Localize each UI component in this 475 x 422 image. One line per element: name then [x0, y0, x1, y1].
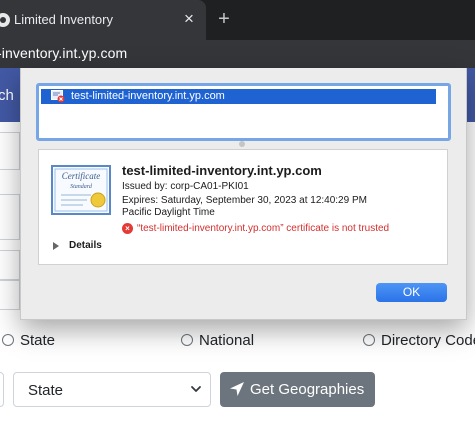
- tab-strip: Limited Inventory × +: [0, 0, 475, 40]
- details-disclosure[interactable]: Details: [53, 240, 102, 251]
- select-fragment[interactable]: [0, 372, 4, 407]
- form-field-fragment[interactable]: [0, 132, 20, 170]
- certificate-list-label: test-limited-inventory.int.yp.com: [71, 90, 225, 102]
- radio-circle[interactable]: [181, 334, 193, 346]
- location-arrow-icon: [230, 382, 244, 396]
- svg-text:Standard: Standard: [70, 184, 93, 190]
- radio-circle[interactable]: [363, 334, 375, 346]
- radio-label-directory-code: Directory Code: [381, 331, 475, 349]
- certificate-timezone: Pacific Daylight Time: [122, 207, 215, 218]
- radio-circle[interactable]: [2, 334, 14, 346]
- radio-directory-code[interactable]: Directory Code: [363, 330, 475, 350]
- certificate-error-text: “test-limited-inventory.int.yp.com” cert…: [137, 223, 390, 234]
- new-tab-icon[interactable]: +: [214, 8, 234, 30]
- form-field-fragment[interactable]: [0, 280, 20, 310]
- browser-tab[interactable]: Limited Inventory ×: [0, 0, 206, 40]
- get-geographies-button[interactable]: Get Geographies: [220, 372, 375, 407]
- address-bar[interactable]: -inventory.int.yp.com: [0, 40, 475, 68]
- globe-icon: [0, 13, 10, 27]
- radio-label-state: State: [20, 331, 56, 349]
- close-icon[interactable]: ×: [180, 9, 198, 29]
- get-geographies-label: Get Geographies: [250, 381, 365, 398]
- chevron-down-icon: [191, 386, 201, 392]
- certificate-icon: Certificate Standard: [51, 165, 111, 215]
- disclosure-triangle-icon[interactable]: [53, 241, 59, 250]
- state-select-value: State: [28, 382, 64, 399]
- certificate-list-item[interactable]: test-limited-inventory.int.yp.com: [41, 89, 436, 104]
- screenshot-root: Limited Inventory × + -inventory.int.yp.…: [0, 0, 475, 422]
- svg-text:Certificate: Certificate: [62, 171, 101, 181]
- certificate-expiry: Expires: Saturday, September 30, 2023 at…: [122, 195, 367, 206]
- state-select[interactable]: State: [13, 372, 211, 407]
- radio-state[interactable]: State: [2, 330, 55, 350]
- certificate-issuer: Issued by: corp-CA01-PKI01: [122, 181, 249, 192]
- radio-national[interactable]: National: [181, 330, 254, 350]
- navbar-search-fragment[interactable]: ch: [0, 87, 14, 104]
- radio-label-national: National: [199, 331, 255, 349]
- certificate-warning-icon: [51, 90, 65, 103]
- details-label: Details: [69, 240, 102, 251]
- form-field-fragment[interactable]: [0, 194, 20, 240]
- certificate-details-panel: Certificate Standard test-limited-invent…: [38, 149, 448, 265]
- certificate-dialog: test-limited-inventory.int.yp.com Certif…: [20, 68, 467, 320]
- ok-button[interactable]: OK: [376, 283, 447, 302]
- splitter-handle[interactable]: [239, 141, 245, 147]
- certificate-name: test-limited-inventory.int.yp.com: [122, 163, 322, 178]
- form-field-fragment[interactable]: [0, 250, 20, 280]
- address-url[interactable]: -inventory.int.yp.com: [0, 45, 127, 61]
- certificate-list[interactable]: test-limited-inventory.int.yp.com: [36, 83, 451, 141]
- tab-title: Limited Inventory: [14, 12, 113, 27]
- certificate-error: × “test-limited-inventory.int.yp.com” ce…: [122, 223, 389, 234]
- error-x-icon: ×: [122, 223, 133, 234]
